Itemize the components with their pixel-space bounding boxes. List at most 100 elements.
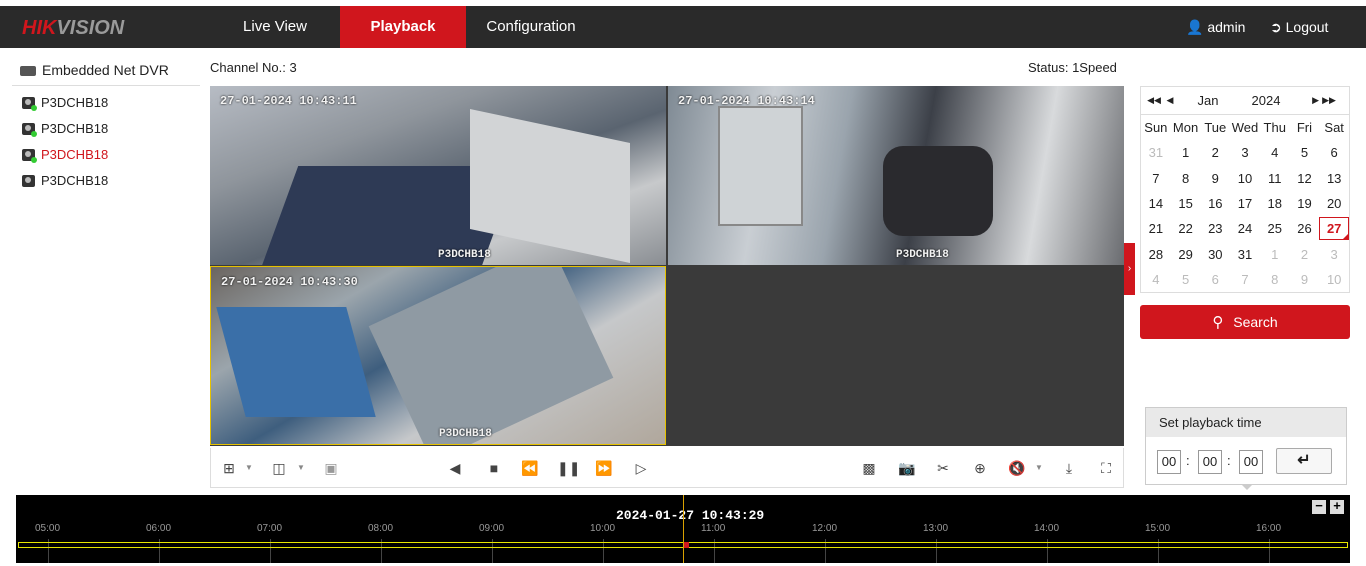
calendar-day[interactable]: 29 [1171,247,1201,262]
hour-field[interactable]: 00 [1157,450,1181,474]
calendar-day[interactable]: 3 [1230,145,1260,160]
calendar-day[interactable]: 7 [1141,171,1171,186]
camera-item[interactable]: P3DCHB18 [12,116,200,142]
video-camera-name: P3DCHB18 [439,428,492,440]
chevron-down-icon[interactable]: ▼ [239,458,259,478]
calendar-day[interactable]: 28 [1141,247,1171,262]
calendar-day[interactable]: 10 [1230,171,1260,186]
user-name: admin [1207,19,1246,35]
sync-icon[interactable]: ▣ [321,458,341,478]
clip-select-icon[interactable]: ◫ [269,458,289,478]
calendar-day[interactable]: 25 [1260,221,1290,236]
calendar-year[interactable]: 2024 [1239,93,1293,108]
calendar-day[interactable]: 15 [1171,196,1201,211]
calendar-day[interactable]: 30 [1200,247,1230,262]
device-node[interactable]: Embedded Net DVR [12,56,200,86]
calendar-day[interactable]: 5 [1171,272,1201,287]
reverse-play-icon[interactable]: ◀ [445,458,465,478]
chevron-down-icon[interactable]: ▼ [1029,458,1049,478]
calendar-day[interactable]: 10 [1319,272,1349,287]
calendar-day[interactable]: 26 [1290,221,1320,236]
calendar-day[interactable]: 9 [1290,272,1320,287]
user-menu[interactable]: 👤 admin [1186,6,1245,48]
stop-icon[interactable]: ■ [484,458,504,478]
download-icon[interactable]: ⤓ [1059,458,1079,478]
next-year-icon[interactable]: ▶▶ [1319,95,1339,106]
search-button[interactable]: ⚲ Search [1140,305,1350,339]
playback-timeline[interactable]: 2024-01-27 10:43:29 − + 05:00 06:00 07:0… [16,495,1350,563]
calendar-day[interactable]: 18 [1260,196,1290,211]
scissors-icon[interactable]: ✂ [933,458,953,478]
camera-item-selected[interactable]: P3DCHB18 [12,142,200,168]
tab-playback[interactable]: Playback [340,6,466,48]
calendar-day[interactable]: 6 [1319,145,1349,160]
calendar-day[interactable]: 7 [1230,272,1260,287]
calendar-day[interactable]: 1 [1260,247,1290,262]
calendar-day[interactable]: 31 [1141,145,1171,160]
calendar-month[interactable]: Jan [1177,93,1239,108]
logout-button[interactable]: ➲ Logout [1270,6,1328,48]
video-tile-1[interactable]: 27-01-2024 10:43:11 P3DCHB18 [210,86,666,265]
camera-item[interactable]: P3DCHB18 [12,90,200,116]
tab-configuration[interactable]: Configuration [466,6,596,48]
calendar-day[interactable]: 19 [1290,196,1320,211]
calendar-day[interactable]: 20 [1319,196,1349,211]
user-icon: 👤 [1186,19,1204,35]
calendar-day[interactable]: 1 [1171,145,1201,160]
stop-recording-icon[interactable]: ▩ [859,458,879,478]
calendar-day[interactable]: 9 [1200,171,1230,186]
camera-item[interactable]: P3DCHB18 [12,168,200,194]
calendar-day[interactable]: 2 [1200,145,1230,160]
calendar-day[interactable]: 14 [1141,196,1171,211]
second-field[interactable]: 00 [1239,450,1263,474]
calendar-day[interactable]: 2 [1290,247,1320,262]
calendar-day[interactable]: 22 [1171,221,1201,236]
collapse-panel-button[interactable]: › [1124,243,1135,295]
zoom-in-timeline-icon[interactable]: + [1330,499,1344,514]
calendar-day[interactable]: 13 [1319,171,1349,186]
calendar-day[interactable]: 17 [1230,196,1260,211]
prev-month-icon[interactable]: ◀ [1163,95,1177,106]
fullscreen-icon[interactable]: ⛶ [1096,458,1116,478]
calendar-day[interactable]: 31 [1230,247,1260,262]
minute-field[interactable]: 00 [1198,450,1222,474]
calendar-day-selected[interactable]: 27 [1319,217,1350,241]
calendar-day[interactable]: 6 [1200,272,1230,287]
next-month-icon[interactable]: ▶ [1293,95,1319,106]
go-to-time-button[interactable]: ↵ [1276,448,1332,474]
weekday: Wed [1231,120,1259,136]
zoom-in-icon[interactable]: ⊕ [970,458,990,478]
playhead[interactable] [683,495,684,563]
hour-label: 06:00 [146,523,172,534]
slow-forward-icon[interactable]: ⏪ [520,458,540,478]
audio-muted-icon[interactable]: 🔇 [1007,458,1027,478]
tab-live-view[interactable]: Live View [210,6,340,48]
device-label: Embedded Net DVR [42,62,169,78]
calendar-day[interactable]: 11 [1260,171,1290,186]
camera-capture-icon[interactable]: 📷 [897,458,917,478]
calendar-day[interactable]: 4 [1260,145,1290,160]
calendar-day[interactable]: 16 [1200,196,1230,211]
calendar-day[interactable]: 24 [1230,221,1260,236]
single-frame-icon[interactable]: ▷ [631,458,651,478]
calendar-day[interactable]: 8 [1260,272,1290,287]
video-tile-3[interactable]: 27-01-2024 10:43:30 P3DCHB18 [210,266,666,445]
calendar-day[interactable]: 8 [1171,171,1201,186]
calendar-day[interactable]: 4 [1141,272,1171,287]
fast-forward-icon[interactable]: ⏩ [594,458,614,478]
atm-shape [718,106,803,226]
zoom-out-icon[interactable]: − [1312,499,1326,514]
video-tile-2[interactable]: 27-01-2024 10:43:14 P3DCHB18 [668,86,1124,265]
camera-icon [22,175,35,187]
prev-year-icon[interactable]: ◀◀ [1145,95,1163,106]
calendar-day[interactable]: 5 [1290,145,1320,160]
logout-label: Logout [1285,19,1329,35]
calendar-day[interactable]: 3 [1319,247,1349,262]
calendar-day[interactable]: 12 [1290,171,1320,186]
calendar-day[interactable]: 21 [1141,221,1171,236]
pause-icon[interactable]: ❚❚ [557,458,580,478]
window-division-icon[interactable]: ⊞ [219,458,239,478]
hikvision-logo: HIKVISION [22,17,125,39]
chevron-down-icon[interactable]: ▼ [291,458,311,478]
calendar-day[interactable]: 23 [1200,221,1230,236]
